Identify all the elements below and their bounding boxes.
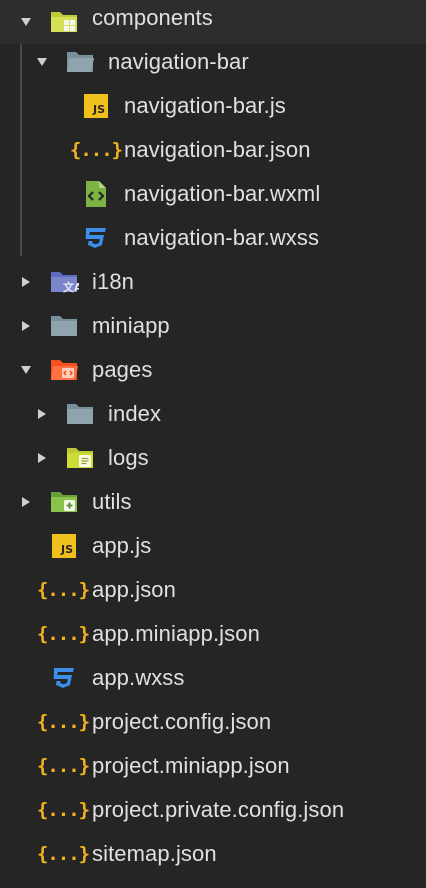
folder-open-icon [65,48,95,76]
tree-item-logs[interactable]: logs [0,436,426,480]
tree-item-app-json[interactable]: {...} app.json [0,568,426,612]
tree-item-label: components [92,5,213,30]
json-file-icon: {...} [36,579,90,601]
tree-item-project-miniapp-json[interactable]: {...} project.miniapp.json [0,744,426,788]
tree-item-label: app.miniapp.json [92,621,260,646]
chevron-right-icon[interactable] [19,495,33,509]
tree-item-label: app.js [92,533,152,558]
tree-item-app-js[interactable]: JS app.js [0,524,426,568]
js-file-icon: JS [81,92,111,120]
pages-folder-icon [49,356,79,384]
i18n-folder-icon: 文A [49,268,79,296]
tree-item-navigation-bar-wxml[interactable]: navigation-bar.wxml [0,172,426,216]
tree-item-utils[interactable]: utils [0,480,426,524]
tree-item-label: index [108,401,162,426]
chevron-down-icon[interactable] [19,15,33,29]
json-file-icon: {...} [36,799,90,821]
js-file-icon: JS [49,532,79,560]
chevron-right-icon[interactable] [19,275,33,289]
tree-item-label: miniapp [92,313,170,338]
tree-item-label: navigation-bar [108,49,249,74]
utils-folder-icon [49,488,79,516]
wxss-file-icon [49,664,79,692]
tree-item-label: utils [92,489,132,514]
tree-item-miniapp[interactable]: miniapp [0,304,426,348]
tree-item-label: navigation-bar.wxss [124,225,320,250]
chevron-down-icon[interactable] [35,55,49,69]
tree-item-navigation-bar-json[interactable]: {...} navigation-bar.json [0,128,426,172]
chevron-right-icon[interactable] [35,451,49,465]
json-file-icon: {...} [36,711,90,733]
chevron-right-icon[interactable] [35,407,49,421]
wxss-file-icon [81,224,111,252]
tree-item-navigation-bar[interactable]: navigation-bar [0,40,426,84]
tree-item-project-private-config-json[interactable]: {...} project.private.config.json [0,788,426,832]
tree-item-label: i18n [92,269,134,294]
json-file-icon: {...} [69,139,123,161]
tree-item-label: navigation-bar.json [124,137,311,162]
tree-item-sitemap-json[interactable]: {...} sitemap.json [0,832,426,876]
tree-item-label: project.private.config.json [92,797,345,822]
json-file-icon: {...} [36,843,90,865]
tree-item-label: sitemap.json [92,841,217,866]
tree-item-index[interactable]: index [0,392,426,436]
logs-folder-icon [65,444,95,472]
tree-item-components[interactable]: components [0,0,426,44]
wxml-file-icon [81,180,111,208]
svg-text:文A: 文A [63,280,79,294]
tree-item-label: pages [92,357,153,382]
json-file-icon: {...} [36,623,90,645]
tree-item-label: app.json [92,577,176,602]
tree-item-pages[interactable]: pages [0,348,426,392]
tree-item-label: logs [108,445,149,470]
tree-item-label: project.miniapp.json [92,753,290,778]
tree-item-navigation-bar-wxss[interactable]: navigation-bar.wxss [0,216,426,260]
tree-item-project-config-json[interactable]: {...} project.config.json [0,700,426,744]
json-file-icon: {...} [36,755,90,777]
chevron-down-icon[interactable] [19,363,33,377]
tree-item-i18n[interactable]: 文A i18n [0,260,426,304]
file-explorer-tree: components navigation-bar JS navigation-… [0,0,426,888]
tree-item-label: app.wxss [92,665,185,690]
folder-icon [65,400,95,428]
chevron-right-icon[interactable] [19,319,33,333]
tree-item-label: navigation-bar.wxml [124,181,321,206]
tree-item-app-wxss[interactable]: app.wxss [0,656,426,700]
tree-item-label: project.config.json [92,709,272,734]
tree-item-label: navigation-bar.js [124,93,286,118]
folder-icon [49,312,79,340]
components-folder-icon [49,8,79,36]
tree-item-app-miniapp-json[interactable]: {...} app.miniapp.json [0,612,426,656]
tree-item-navigation-bar-js[interactable]: JS navigation-bar.js [0,84,426,128]
